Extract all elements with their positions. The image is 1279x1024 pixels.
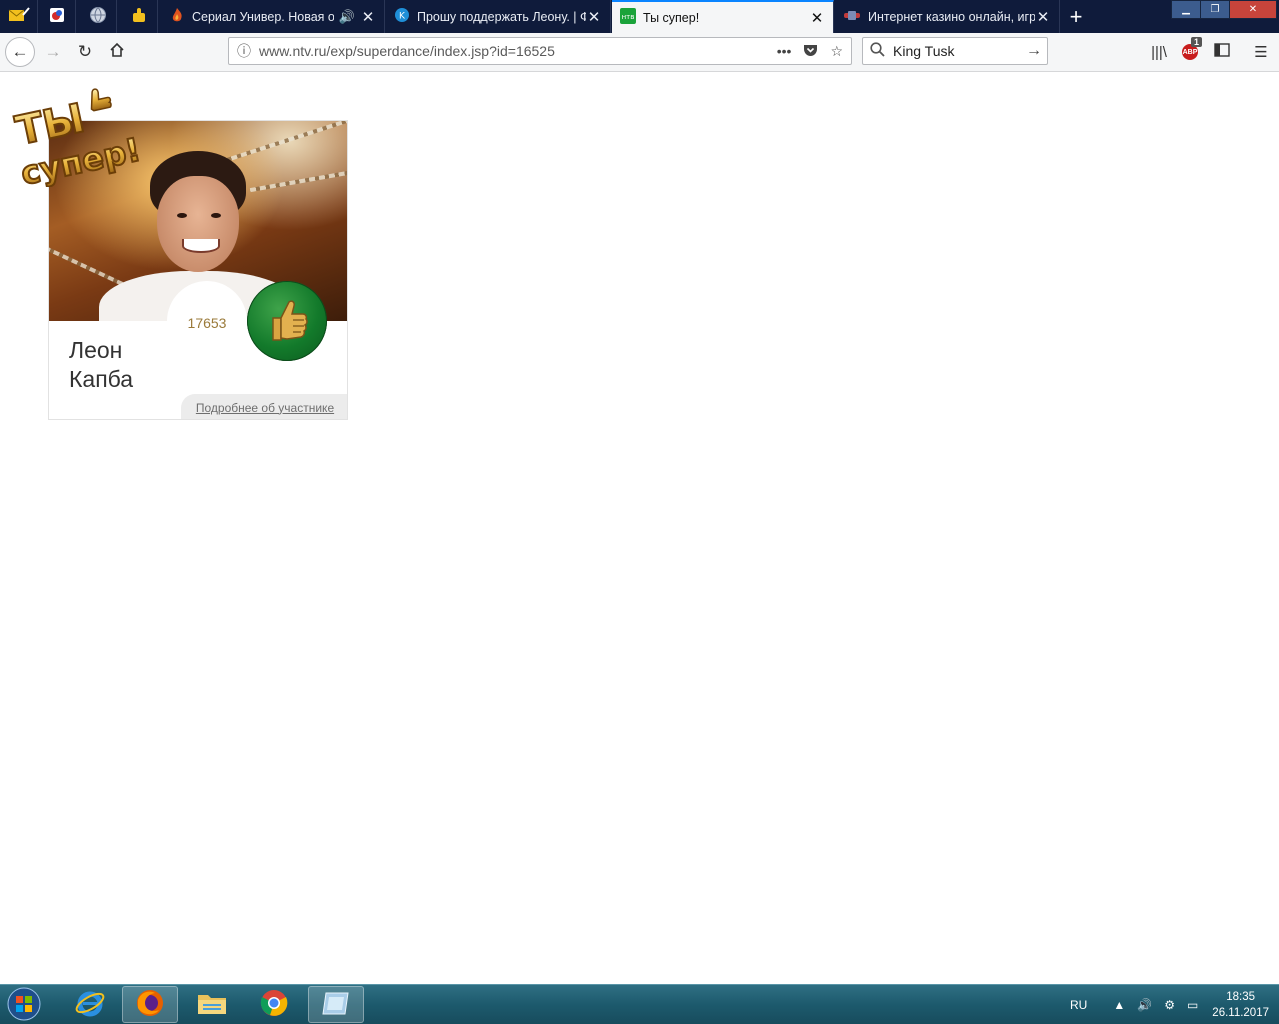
search-icon <box>863 42 891 60</box>
adblock-label: ABP <box>1182 48 1198 56</box>
taskbar-firefox[interactable] <box>122 986 178 1023</box>
participant-last-name: Капба <box>69 366 134 392</box>
adblock-button[interactable]: ABP 1 <box>1176 37 1204 67</box>
taskbar-app-window[interactable] <box>308 986 364 1023</box>
tab-title: Ты супер! <box>643 10 700 25</box>
internet-explorer-icon <box>75 988 105 1021</box>
search-go-icon[interactable]: → <box>1021 42 1047 60</box>
tab-title: Прошу поддержать Леону. | Ф <box>417 9 586 24</box>
minimize-icon: ▁ <box>1182 4 1190 15</box>
back-button[interactable]: ← <box>5 37 35 67</box>
pinned-tab-2[interactable] <box>38 0 76 33</box>
tray-expand-icon[interactable]: ▲ <box>1113 998 1125 1012</box>
boy-smile <box>182 239 220 253</box>
pocket-icon[interactable] <box>803 43 818 60</box>
sidebar-toggle-button[interactable] <box>1208 37 1236 67</box>
library-icon: |||\ <box>1151 43 1167 61</box>
navigation-toolbar: ← → ↻ ⓘ www.ntv.ru/exp/superdance/index.… <box>0 33 1279 72</box>
tab-internet-kazino[interactable]: Интернет казино онлайн, игра ✕ <box>835 0 1060 33</box>
firefox-icon <box>135 988 165 1021</box>
start-button[interactable] <box>4 986 44 1024</box>
tab-title: Сериал Универ. Новая общ <box>192 9 334 24</box>
folder-icon <box>196 989 228 1020</box>
pinned-tab-1[interactable] <box>0 0 38 33</box>
window-controls: ▁ ❐ ✕ <box>1171 0 1277 19</box>
taskbar-ie[interactable] <box>62 986 118 1023</box>
votes-count: 17653 <box>187 315 227 331</box>
tab-serial-univer[interactable]: Сериал Универ. Новая общ 🔊 ✕ <box>161 0 385 33</box>
adblock-icon: ABP 1 <box>1182 37 1203 60</box>
pinned-tab-4[interactable] <box>120 0 158 33</box>
vote-like-button[interactable] <box>247 281 327 361</box>
taskbar-chrome[interactable] <box>246 986 302 1023</box>
participant-first-name: Леон <box>69 337 123 363</box>
restore-icon: ❐ <box>1210 4 1220 15</box>
adblock-badge: 1 <box>1191 37 1203 47</box>
app-red-icon <box>49 7 65 26</box>
casino-icon <box>843 7 861 26</box>
svg-text:нтв: нтв <box>622 13 635 21</box>
forward-button[interactable]: → <box>38 37 68 67</box>
close-icon[interactable]: ✕ <box>1035 8 1051 26</box>
close-icon[interactable]: ✕ <box>809 9 825 27</box>
ty-super-logo: ТЫ супер! <box>0 72 160 194</box>
boy-face <box>157 176 239 272</box>
envelope-icon <box>8 7 30 26</box>
reload-icon: ↻ <box>77 42 93 61</box>
stage-truss <box>249 163 347 193</box>
tab-proshu-podderzhat[interactable]: K Прошу поддержать Леону. | Ф ✕ <box>386 0 611 33</box>
boy-eyes <box>177 213 221 219</box>
chrome-icon <box>259 988 289 1021</box>
fire-icon <box>169 7 185 26</box>
action-center-icon[interactable]: ▭ <box>1187 998 1198 1012</box>
thumbs-up-icon <box>259 292 315 351</box>
yellow-hand-icon <box>130 6 148 27</box>
windows-taskbar: RU ▲ 🔊 ⚙ ▭ 18:35 26.11.2017 <box>0 984 1279 1024</box>
reload-button[interactable]: ↻ <box>70 37 100 67</box>
more-actions-icon[interactable]: ••• <box>777 43 792 60</box>
search-bar[interactable]: → <box>862 37 1048 65</box>
tab-title: Интернет казино онлайн, игра <box>868 9 1035 24</box>
home-button[interactable] <box>102 37 132 67</box>
menu-button[interactable]: ☰ <box>1247 37 1275 67</box>
volume-icon[interactable]: 🔊 <box>1137 998 1152 1012</box>
search-input[interactable] <box>891 42 1021 60</box>
system-tray: RU ▲ 🔊 ⚙ ▭ 18:35 26.11.2017 <box>1070 985 1279 1024</box>
url-text[interactable]: www.ntv.ru/exp/superdance/index.jsp?id=1… <box>259 43 777 59</box>
arrow-left-icon: ← <box>11 42 29 61</box>
close-icon: ✕ <box>1248 4 1258 15</box>
restore-button[interactable]: ❐ <box>1200 0 1230 19</box>
clock-time: 18:35 <box>1226 990 1256 1003</box>
window-app-icon <box>321 989 351 1020</box>
library-button[interactable]: |||\ <box>1145 37 1173 67</box>
globe-icon <box>89 6 107 27</box>
plus-icon: + <box>1069 3 1083 29</box>
ntv-icon: нтв <box>620 8 636 27</box>
clock[interactable]: 18:35 26.11.2017 <box>1212 989 1269 1021</box>
hamburger-menu-icon: ☰ <box>1254 44 1268 61</box>
home-icon <box>109 42 125 63</box>
tab-bar: Сериал Универ. Новая общ 🔊 ✕ K Прошу под… <box>0 0 1279 33</box>
close-window-button[interactable]: ✕ <box>1229 0 1277 19</box>
network-icon[interactable]: ⚙ <box>1164 998 1175 1012</box>
language-indicator[interactable]: RU <box>1070 998 1087 1012</box>
new-tab-button[interactable]: + <box>1062 0 1090 33</box>
info-icon[interactable]: ⓘ <box>229 41 259 61</box>
pinned-tab-3[interactable] <box>79 0 117 33</box>
windows-logo-icon <box>7 987 41 1024</box>
arrow-right-icon: → <box>44 42 62 61</box>
close-icon[interactable]: ✕ <box>360 8 376 26</box>
minimize-button[interactable]: ▁ <box>1171 0 1201 19</box>
sidebar-icon <box>1214 43 1230 61</box>
clock-date: 26.11.2017 <box>1212 1006 1269 1019</box>
bookmark-star-icon[interactable]: ☆ <box>830 43 843 60</box>
taskbar-explorer[interactable] <box>184 986 240 1023</box>
tab-ty-super[interactable]: нтв Ты супер! ✕ <box>612 0 834 33</box>
speaker-icon[interactable]: 🔊 <box>339 9 355 25</box>
page-content: 17653 Леон Капба Подробнее об участнике <box>0 72 1279 984</box>
address-bar[interactable]: ⓘ www.ntv.ru/exp/superdance/index.jsp?id… <box>228 37 852 65</box>
site-k-icon: K <box>394 7 410 26</box>
close-icon[interactable]: ✕ <box>586 8 602 26</box>
participant-details-link[interactable]: Подробнее об участнике <box>181 394 347 419</box>
